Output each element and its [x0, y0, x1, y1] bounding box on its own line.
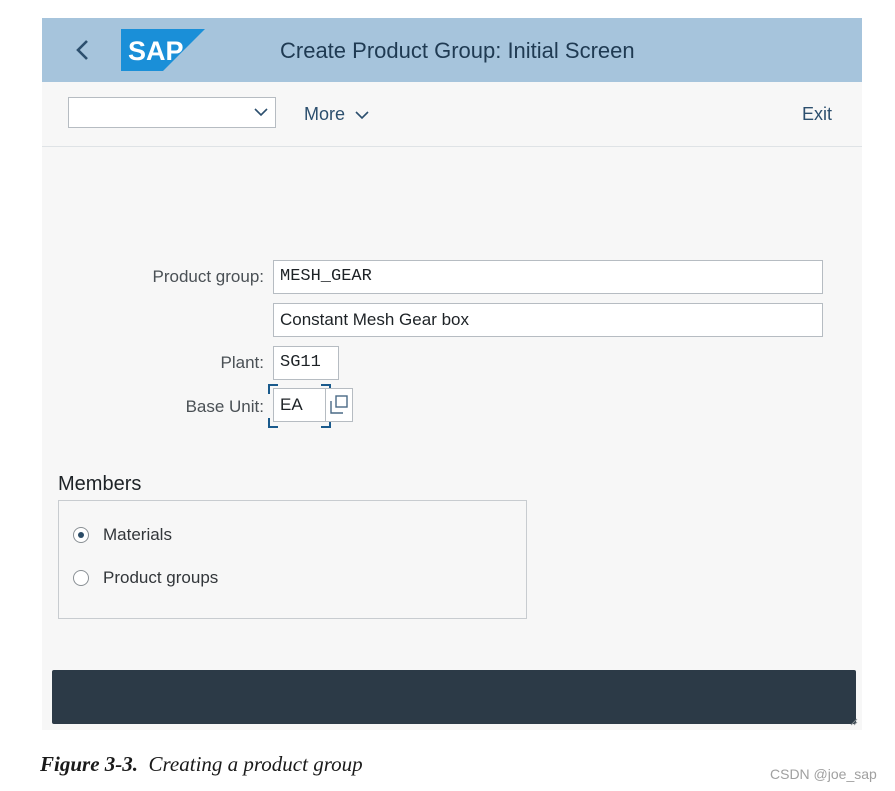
radio-materials[interactable]: Materials: [73, 525, 172, 545]
focus-indicator: [268, 384, 278, 394]
product-group-label: Product group:: [152, 267, 264, 286]
sap-logo: SAP: [121, 29, 205, 71]
chevron-down-icon: [254, 108, 268, 117]
exit-button[interactable]: Exit: [802, 104, 832, 125]
command-dropdown[interactable]: [68, 97, 276, 128]
figure-caption-text: Creating a product group: [148, 752, 363, 776]
chevron-down-icon: [355, 111, 369, 120]
members-section-title: Members: [58, 473, 142, 495]
radio-button[interactable]: [73, 570, 89, 586]
base-unit-value-help-button[interactable]: [325, 388, 353, 422]
figure-number: Figure 3-3.: [40, 752, 139, 776]
more-label: More: [304, 104, 346, 124]
back-button[interactable]: [72, 36, 94, 64]
base-unit-input[interactable]: EA: [273, 388, 327, 422]
footer-bar: [52, 670, 856, 724]
product-group-input[interactable]: MESH_GEAR: [273, 260, 823, 294]
watermark: CSDN @joe_sap: [770, 766, 877, 782]
more-menu-button[interactable]: More: [304, 104, 370, 125]
figure-caption: Figure 3-3. Creating a product group: [40, 752, 363, 777]
radio-button-selected[interactable]: [73, 527, 89, 543]
value-help-icon: [330, 395, 348, 414]
shell-header: SAP Create Product Group: Initial Screen: [42, 18, 862, 82]
members-radio-group: Materials Product groups: [58, 500, 527, 619]
base-unit-label: Base Unit:: [185, 397, 264, 416]
resize-grip-icon[interactable]: [850, 718, 858, 726]
toolbar: More Exit: [42, 82, 862, 147]
sap-window: SAP Create Product Group: Initial Screen…: [42, 18, 862, 730]
product-group-description-input[interactable]: Constant Mesh Gear box: [273, 303, 823, 337]
radio-product-groups-label: Product groups: [103, 568, 219, 587]
focus-indicator: [268, 418, 278, 428]
svg-text:SAP: SAP: [128, 36, 184, 66]
radio-materials-label: Materials: [103, 525, 172, 544]
plant-input[interactable]: SG11: [273, 346, 339, 380]
chevron-left-icon: [76, 40, 88, 60]
page-title: Create Product Group: Initial Screen: [280, 38, 635, 63]
plant-label: Plant:: [220, 353, 264, 372]
radio-product-groups[interactable]: Product groups: [73, 568, 218, 588]
